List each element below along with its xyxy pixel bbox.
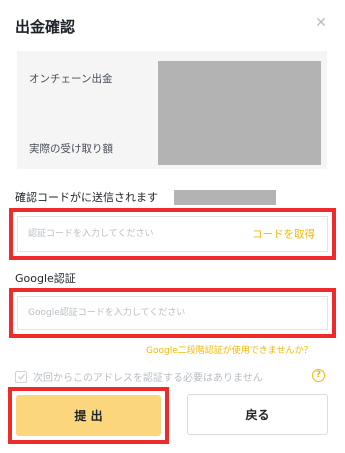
remember-address-option[interactable]: 次回からこのアドレスを認証する必要はありません (15, 369, 263, 384)
submit-highlight: 提 出 (8, 387, 169, 444)
google-auth-highlight (9, 288, 336, 338)
email-code-highlight: コードを取得 (9, 208, 336, 260)
submit-button[interactable]: 提 出 (16, 395, 161, 436)
dialog-title: 出金確認 (15, 18, 76, 36)
redacted-email-address (174, 190, 276, 205)
email-code-label: 確認コードがに送信されます (15, 191, 158, 204)
check-icon (17, 373, 25, 380)
received-amount-label: 実際の受け取り額 (29, 143, 113, 155)
question-circle-icon[interactable]: ? (312, 369, 325, 382)
google-auth-help-link[interactable]: Google二段階認証が使用できませんか？ (146, 343, 312, 356)
email-code-field: コードを取得 (17, 216, 328, 252)
onchain-withdrawal-label: オンチェーン出金 (29, 73, 113, 85)
remember-checkbox[interactable] (15, 370, 27, 383)
get-code-button[interactable]: コードを取得 (252, 227, 315, 242)
withdrawal-summary: オンチェーン出金 実際の受け取り額 (17, 51, 327, 169)
email-code-input[interactable] (28, 217, 228, 251)
google-auth-label: Google認証 (15, 272, 76, 285)
close-icon[interactable]: ✕ (314, 16, 328, 30)
google-auth-field (17, 296, 328, 330)
google-auth-input[interactable] (28, 297, 288, 329)
back-button[interactable]: 戻る (187, 394, 328, 435)
remember-address-label: 次回からこのアドレスを認証する必要はありません (33, 373, 263, 384)
redacted-summary-values (158, 61, 321, 165)
